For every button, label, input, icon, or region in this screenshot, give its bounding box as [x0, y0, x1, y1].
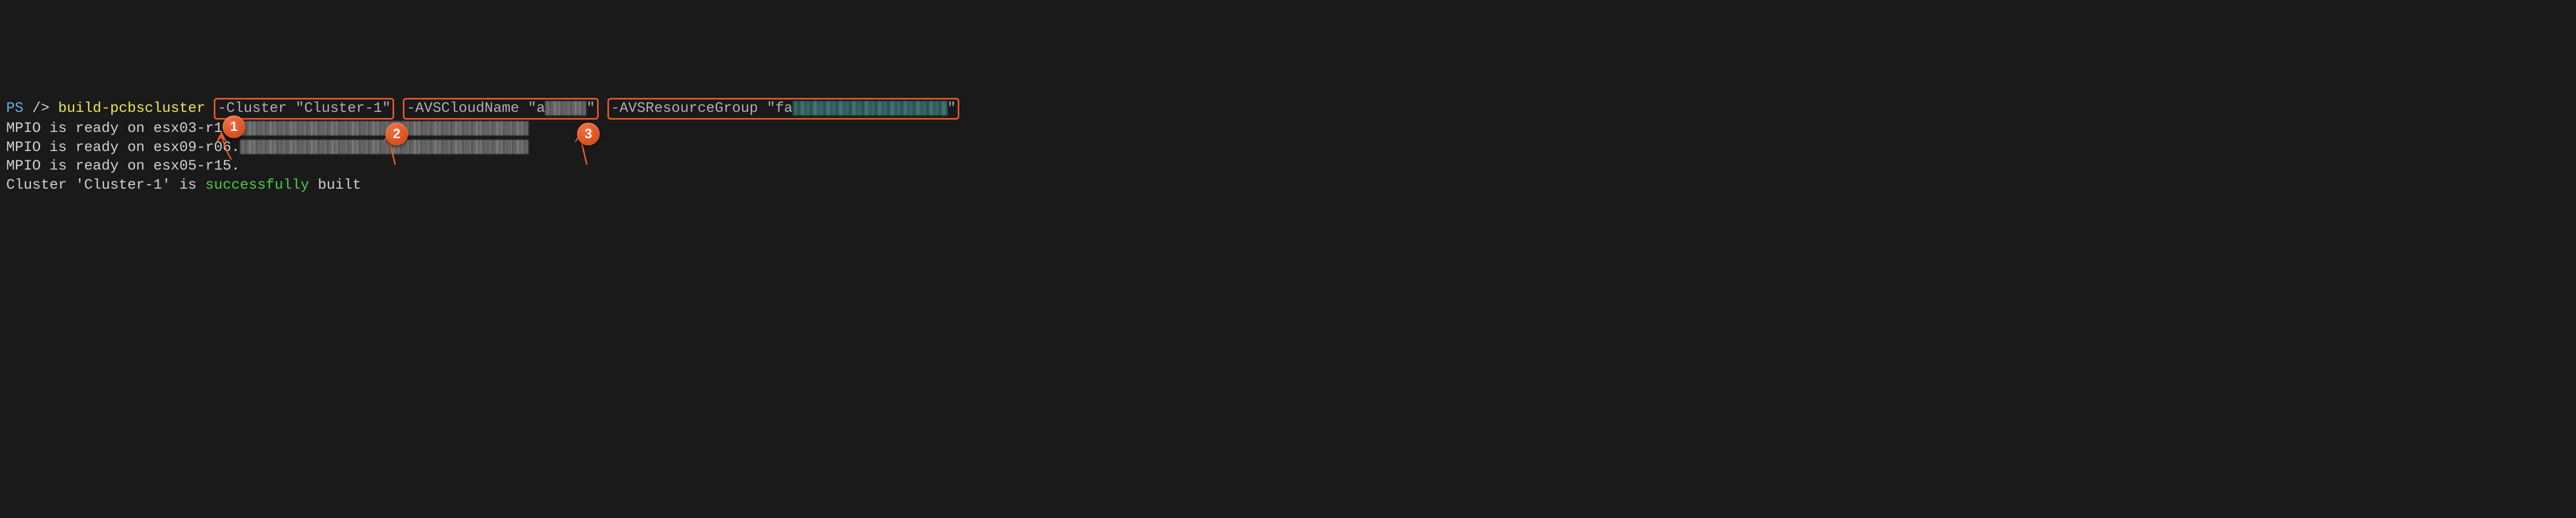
- param-avscloud-flag: -AVSCloudName: [406, 101, 519, 116]
- success-word: successfully: [205, 177, 309, 193]
- output-line: MPIO is ready on esx05-r15.: [6, 158, 240, 174]
- param-avscloud-box: -AVSCloudName "a ": [403, 98, 599, 120]
- callout-number: 2: [393, 125, 400, 143]
- param-avscloud-value-prefix: "a: [528, 101, 545, 116]
- param-cluster-flag: -Cluster: [217, 101, 286, 116]
- output-line: MPIO is ready on esx03-r14.: [6, 121, 240, 137]
- censored-block: [240, 140, 529, 154]
- param-avsrg-box: -AVSResourceGroup "fa ": [607, 98, 960, 120]
- callout-badge-2: 2: [385, 123, 408, 145]
- param-avsrg-flag: -AVSResourceGroup: [611, 101, 758, 116]
- callout-number: 3: [585, 125, 592, 143]
- terminal-output: PS /> build-pcbscluster -Cluster "Cluste…: [0, 75, 2576, 424]
- param-cluster-box: -Cluster "Cluster-1": [214, 98, 394, 120]
- prompt-ps: PS: [6, 101, 24, 116]
- censored-block: [545, 101, 586, 115]
- callout-badge-1: 1: [223, 115, 245, 138]
- callout-number: 1: [230, 118, 238, 136]
- param-cluster-value: "Cluster-1": [296, 101, 391, 116]
- final-prefix: Cluster 'Cluster-1' is: [6, 177, 205, 193]
- final-suffix: built: [309, 177, 361, 193]
- censored-block: [793, 101, 947, 115]
- output-line: MPIO is ready on esx09-r06.: [6, 140, 240, 156]
- prompt-path: />: [32, 101, 49, 116]
- cmdlet-name: build-pcbscluster: [58, 101, 206, 116]
- param-avsrg-value-suffix: ": [947, 101, 956, 116]
- callout-badge-3: 3: [577, 123, 600, 145]
- censored-block: [240, 121, 529, 136]
- param-avscloud-value-suffix: ": [586, 101, 595, 116]
- param-avsrg-value-prefix: "fa: [767, 101, 792, 116]
